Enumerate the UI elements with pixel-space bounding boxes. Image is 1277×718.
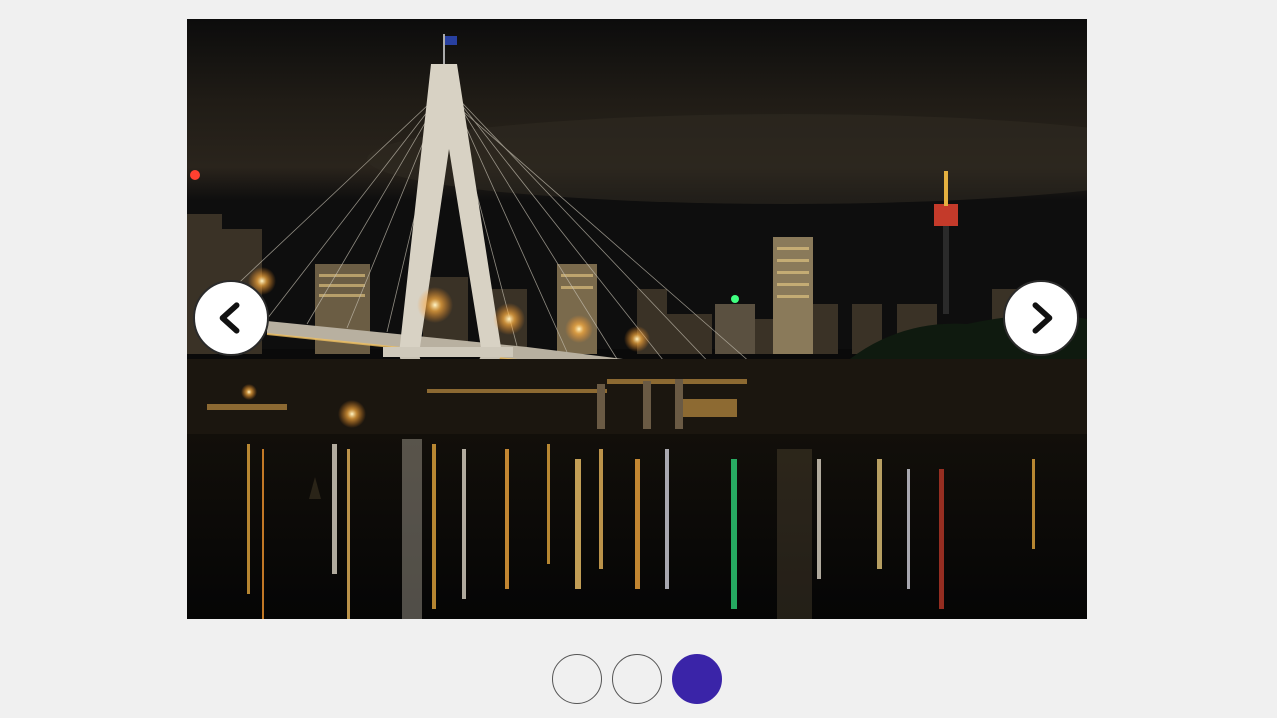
previous-slide-button[interactable]: [193, 280, 269, 356]
chevron-left-icon: [219, 302, 240, 334]
slide-image: [187, 19, 1087, 619]
image-carousel: [187, 19, 1087, 619]
slide-indicators: [552, 654, 722, 704]
next-slide-button[interactable]: [1003, 280, 1079, 356]
slide-indicator-1[interactable]: [552, 654, 602, 704]
chevron-right-icon: [1032, 302, 1053, 334]
slide-indicator-2[interactable]: [612, 654, 662, 704]
slide-indicator-3[interactable]: [672, 654, 722, 704]
